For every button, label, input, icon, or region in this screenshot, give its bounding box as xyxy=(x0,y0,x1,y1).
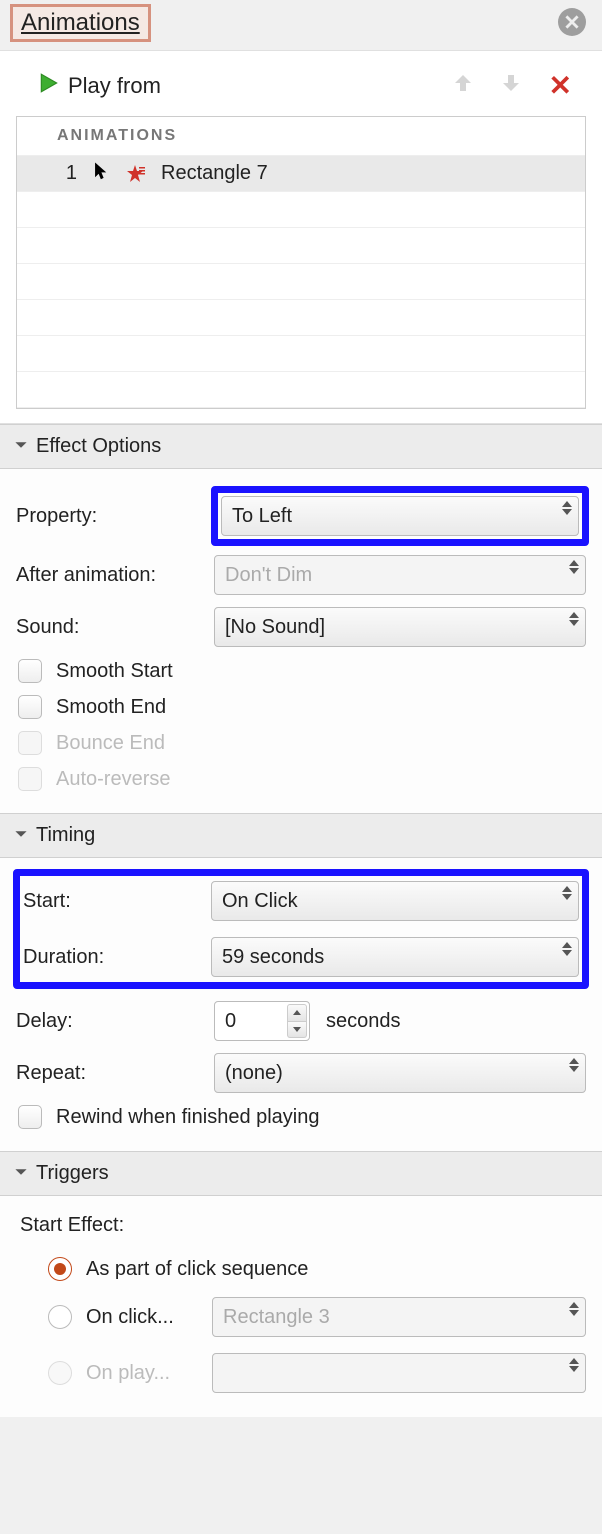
trigger-onclick-label: On click... xyxy=(86,1306,198,1329)
trigger-onplay-radio xyxy=(48,1361,72,1385)
start-label: Start: xyxy=(23,890,211,913)
list-item-empty xyxy=(17,228,585,264)
rewind-row[interactable]: Rewind when finished playing xyxy=(16,1099,586,1135)
bounce-end-label: Bounce End xyxy=(56,732,165,755)
sound-select[interactable]: [No Sound] xyxy=(214,607,586,647)
smooth-end-label: Smooth End xyxy=(56,696,166,719)
duration-select[interactable]: 59 seconds xyxy=(211,937,579,977)
after-animation-select: Don't Dim xyxy=(214,555,586,595)
chevron-down-icon xyxy=(14,1162,28,1185)
select-spinner-icon xyxy=(569,1058,579,1072)
repeat-label: Repeat: xyxy=(16,1062,214,1085)
remove-animation-button[interactable]: ✕ xyxy=(539,69,582,102)
bounce-end-checkbox xyxy=(18,731,42,755)
property-value: To Left xyxy=(232,505,292,528)
delay-value: 0 xyxy=(225,1010,236,1033)
delay-label: Delay: xyxy=(16,1010,214,1033)
trigger-onclick-select: Rectangle 3 xyxy=(212,1297,586,1337)
play-from-row: Play from ✕ xyxy=(16,63,586,116)
sound-label: Sound: xyxy=(16,616,214,639)
animations-panel: Animations Play from ✕ ANIMATIONS 1 xyxy=(0,0,602,1417)
select-spinner-icon xyxy=(569,1358,579,1372)
bounce-end-row: Bounce End xyxy=(16,725,586,761)
property-select[interactable]: To Left xyxy=(221,496,579,536)
trigger-sequence-row[interactable]: As part of click sequence xyxy=(48,1249,586,1289)
section-header-timing[interactable]: Timing xyxy=(0,813,602,858)
section-title: Timing xyxy=(36,824,95,847)
delay-input[interactable]: 0 xyxy=(214,1001,310,1041)
select-spinner-icon xyxy=(569,612,579,626)
smooth-end-checkbox[interactable] xyxy=(18,695,42,719)
effect-type-icon xyxy=(125,164,145,184)
smooth-start-label: Smooth Start xyxy=(56,660,173,683)
select-spinner-icon xyxy=(569,1302,579,1316)
trigger-sequence-label: As part of click sequence xyxy=(86,1258,308,1281)
smooth-start-row[interactable]: Smooth Start xyxy=(16,653,586,689)
delay-unit: seconds xyxy=(326,1010,401,1033)
section-header-effect-options[interactable]: Effect Options xyxy=(0,424,602,469)
move-down-button[interactable] xyxy=(491,71,531,101)
list-item-empty xyxy=(17,336,585,372)
close-icon xyxy=(565,15,579,29)
property-label: Property: xyxy=(16,505,214,528)
play-icon[interactable] xyxy=(38,72,60,100)
titlebar: Animations xyxy=(0,0,602,50)
after-animation-label: After animation: xyxy=(16,564,214,587)
triggers-body: Start Effect: As part of click sequence … xyxy=(0,1196,602,1417)
trigger-onclick-radio[interactable] xyxy=(48,1305,72,1329)
section-title: Triggers xyxy=(36,1162,109,1185)
move-up-button[interactable] xyxy=(443,71,483,101)
after-animation-value: Don't Dim xyxy=(225,564,312,587)
select-spinner-icon xyxy=(569,560,579,574)
animations-list-section: Play from ✕ ANIMATIONS 1 Rectangle 7 xyxy=(0,50,602,424)
auto-reverse-row: Auto-reverse xyxy=(16,761,586,797)
trigger-onplay-label: On play... xyxy=(86,1362,198,1385)
duration-label: Duration: xyxy=(23,946,211,969)
list-item-empty xyxy=(17,300,585,336)
trigger-onplay-row: On play... xyxy=(48,1345,586,1401)
auto-reverse-checkbox xyxy=(18,767,42,791)
delay-stepper[interactable] xyxy=(287,1004,307,1038)
panel-title: Animations xyxy=(21,9,140,36)
list-item-empty xyxy=(17,372,585,408)
trigger-sequence-radio[interactable] xyxy=(48,1257,72,1281)
select-spinner-icon xyxy=(562,501,572,515)
smooth-start-checkbox[interactable] xyxy=(18,659,42,683)
list-item-name: Rectangle 7 xyxy=(161,162,268,185)
list-item-empty xyxy=(17,192,585,228)
timing-body: Start: On Click Duration: 59 seconds xyxy=(0,858,602,1151)
rewind-checkbox[interactable] xyxy=(18,1105,42,1129)
start-select[interactable]: On Click xyxy=(211,881,579,921)
repeat-select[interactable]: (none) xyxy=(214,1053,586,1093)
start-value: On Click xyxy=(222,890,298,913)
start-effect-label: Start Effect: xyxy=(16,1206,586,1245)
list-item-empty xyxy=(17,264,585,300)
tab-animations[interactable]: Animations xyxy=(10,4,151,42)
list-item-index: 1 xyxy=(57,162,77,185)
select-spinner-icon xyxy=(562,886,572,900)
repeat-value: (none) xyxy=(225,1062,283,1085)
animations-listbox: ANIMATIONS 1 Rectangle 7 xyxy=(16,116,586,409)
trigger-onclick-value: Rectangle 3 xyxy=(223,1306,330,1329)
list-item[interactable]: 1 Rectangle 7 xyxy=(17,156,585,192)
auto-reverse-label: Auto-reverse xyxy=(56,768,171,791)
cursor-icon xyxy=(93,162,109,186)
list-header: ANIMATIONS xyxy=(17,117,585,156)
rewind-label: Rewind when finished playing xyxy=(56,1106,320,1129)
effect-options-body: Property: To Left After animation: Don't… xyxy=(0,469,602,813)
section-header-triggers[interactable]: Triggers xyxy=(0,1151,602,1196)
smooth-end-row[interactable]: Smooth End xyxy=(16,689,586,725)
select-spinner-icon xyxy=(562,942,572,956)
section-title: Effect Options xyxy=(36,435,161,458)
trigger-onplay-select xyxy=(212,1353,586,1393)
sound-value: [No Sound] xyxy=(225,616,325,639)
close-panel-button[interactable] xyxy=(558,8,586,36)
trigger-onclick-row[interactable]: On click... Rectangle 3 xyxy=(48,1289,586,1345)
chevron-down-icon xyxy=(14,435,28,458)
play-from-label: Play from xyxy=(68,73,435,99)
chevron-down-icon xyxy=(14,824,28,847)
duration-value: 59 seconds xyxy=(222,946,324,969)
